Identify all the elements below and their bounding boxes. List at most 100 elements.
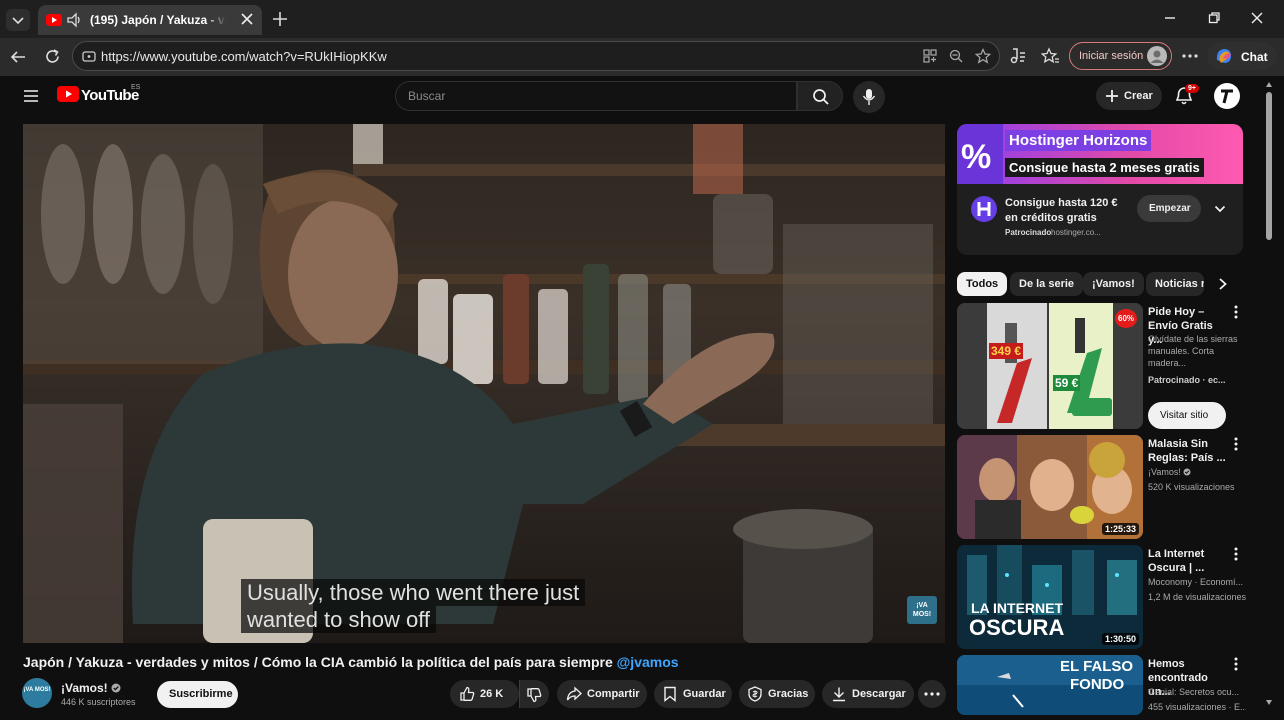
chip-de-la-serie[interactable]: De la serie: [1010, 272, 1084, 296]
visit-site-button[interactable]: Visitar sitio: [1148, 402, 1226, 429]
create-button[interactable]: Crear: [1096, 82, 1162, 110]
favorites-icon[interactable]: [1041, 47, 1059, 65]
voice-search-button[interactable]: [853, 81, 885, 113]
download-label: Descargar: [852, 688, 906, 700]
share-icon: [566, 686, 582, 702]
rec-2-channel[interactable]: ¡Vamos!: [1148, 467, 1181, 477]
new-tab-icon[interactable]: [272, 11, 288, 27]
chevron-down-icon[interactable]: [1214, 204, 1226, 214]
rec-4-thumb-text-1: EL FALSO: [1060, 658, 1134, 675]
rec-1-menu-icon[interactable]: [1233, 305, 1239, 319]
percent-icon: %: [961, 138, 991, 176]
more-actions-button[interactable]: [918, 680, 946, 708]
rec-3-thumb-text-1: LA INTERNET: [971, 600, 1064, 616]
copilot-chat-button[interactable]: Chat: [1207, 42, 1277, 70]
save-button[interactable]: Guardar: [654, 680, 732, 708]
user-avatar[interactable]: [1214, 83, 1240, 109]
caption-line-2: wanted to show off: [241, 606, 437, 633]
speaker-icon[interactable]: [66, 12, 84, 28]
zoom-out-icon[interactable]: [949, 49, 963, 63]
rec-2-channel-row[interactable]: ¡Vamos!: [1148, 466, 1246, 478]
ad-domain[interactable]: hostinger.co...: [1051, 228, 1101, 237]
scrollbar-thumb[interactable]: [1266, 92, 1272, 240]
download-button[interactable]: Descargar: [822, 680, 914, 708]
rec-2-views: 520 K visualizaciones: [1148, 482, 1235, 492]
more-options-icon[interactable]: [1182, 54, 1198, 58]
rec-3-channel[interactable]: Moconomy · Economí...: [1148, 576, 1246, 588]
reload-icon[interactable]: [44, 48, 61, 65]
rec-2-title[interactable]: Malasia Sin Reglas: País ...: [1148, 437, 1228, 465]
address-bar[interactable]: https://www.youtube.com/watch?v=RUkIHiop…: [72, 41, 1000, 71]
notifications-button[interactable]: 9+: [1174, 84, 1199, 108]
rec-thumbnail-3[interactable]: LA INTERNET OSCURA 1:30:50: [957, 545, 1143, 649]
site-info-icon[interactable]: [82, 49, 96, 63]
rec-3-menu-icon[interactable]: [1233, 547, 1239, 561]
rec-2-duration: 1:25:33: [1101, 523, 1139, 535]
close-tab-icon[interactable]: [241, 13, 253, 25]
verified-check-icon: [111, 683, 121, 693]
hostinger-logo: %: [957, 124, 1003, 184]
rec-1-discount-badge: 60%: [1115, 309, 1138, 328]
page-scrollbar[interactable]: [1264, 80, 1274, 712]
sign-in-button[interactable]: Iniciar sesión: [1069, 42, 1172, 70]
url-text: https://www.youtube.com/watch?v=RUkIHiop…: [101, 49, 387, 64]
notification-badge: 9+: [1185, 84, 1199, 93]
scroll-up-icon[interactable]: [1266, 82, 1272, 87]
subscribe-button[interactable]: Suscribirme: [157, 681, 238, 708]
subscribe-label: Suscribirme: [169, 688, 233, 700]
rec-1-price-1: 349 €: [989, 343, 1024, 359]
rec-thumbnail-2[interactable]: 1:25:33: [957, 435, 1143, 539]
chip-todos[interactable]: Todos: [957, 272, 1008, 296]
save-label: Guardar: [683, 688, 726, 700]
rec-4-channel[interactable]: Genial: Secretos ocu...: [1148, 686, 1246, 698]
rec-3-title[interactable]: La Internet Oscura | ...: [1148, 547, 1228, 575]
thumbs-down-icon: [526, 687, 542, 703]
video-title: Japón / Yakuza - verdades y mitos / Cómo…: [23, 654, 679, 670]
video-hashtag[interactable]: @jvamos: [617, 654, 679, 670]
chip-noticias[interactable]: Noticias r: [1146, 272, 1204, 296]
download-icon: [831, 686, 847, 702]
channel-watermark[interactable]: ¡VA MOS!: [907, 596, 937, 624]
hostinger-h-icon: [977, 202, 991, 216]
back-icon[interactable]: [10, 49, 26, 65]
rec-thumbnail-1[interactable]: 349 € 59 € 60%: [957, 303, 1143, 429]
read-aloud-icon[interactable]: [1008, 47, 1026, 65]
video-player[interactable]: Usually, those who went there just wante…: [23, 124, 945, 643]
scroll-down-icon[interactable]: [1266, 700, 1272, 705]
search-input[interactable]: Buscar: [395, 81, 797, 111]
close-window-icon[interactable]: [1251, 12, 1263, 24]
channel-name-row[interactable]: ¡Vamos!: [61, 681, 121, 695]
ad-banner-title: Hostinger Horizons: [1005, 130, 1152, 151]
channel-avatar[interactable]: ¡VA MOS!: [22, 678, 52, 708]
rec-2-menu-icon[interactable]: [1233, 437, 1239, 451]
search-placeholder: Buscar: [408, 89, 446, 103]
youtube-play-icon: [57, 86, 79, 102]
browser-tab-bar: (195) Japón / Yakuza - verdad: [0, 0, 1284, 38]
app-available-icon[interactable]: [923, 49, 937, 63]
advertiser-avatar[interactable]: [971, 196, 997, 222]
rec-3-duration: 1:30:50: [1101, 633, 1139, 645]
tab-list-button[interactable]: [6, 9, 30, 31]
share-button[interactable]: Compartir: [557, 680, 647, 708]
subscriber-count: 446 K suscriptores: [61, 697, 136, 707]
favorite-star-icon[interactable]: [975, 48, 991, 64]
video-frame: [23, 124, 945, 643]
thanks-button[interactable]: Gracias: [739, 680, 815, 708]
like-button[interactable]: 26 K: [450, 680, 519, 708]
restore-icon[interactable]: [1208, 12, 1220, 24]
minimize-icon[interactable]: [1164, 12, 1176, 24]
search-button[interactable]: [797, 81, 843, 111]
tab-youtube[interactable]: (195) Japón / Yakuza - verdad: [38, 5, 262, 35]
chevron-right-icon[interactable]: [1218, 278, 1228, 290]
rec-4-menu-icon[interactable]: [1233, 657, 1239, 671]
channel-name[interactable]: ¡Vamos!: [61, 681, 108, 695]
youtube-logo[interactable]: YouTube ES: [57, 84, 140, 104]
ad-cta-button[interactable]: Empezar: [1137, 195, 1201, 222]
dislike-button[interactable]: [519, 680, 549, 708]
create-label: Crear: [1124, 90, 1153, 102]
super-thanks-icon: [747, 686, 763, 702]
ad-card[interactable]: % Hostinger Horizons Consigue hasta 2 me…: [957, 124, 1243, 255]
hamburger-menu-icon[interactable]: [23, 89, 39, 103]
chip-vamos[interactable]: ¡Vamos!: [1083, 272, 1144, 296]
rec-thumbnail-4[interactable]: EL FALSO FONDO: [957, 655, 1143, 715]
